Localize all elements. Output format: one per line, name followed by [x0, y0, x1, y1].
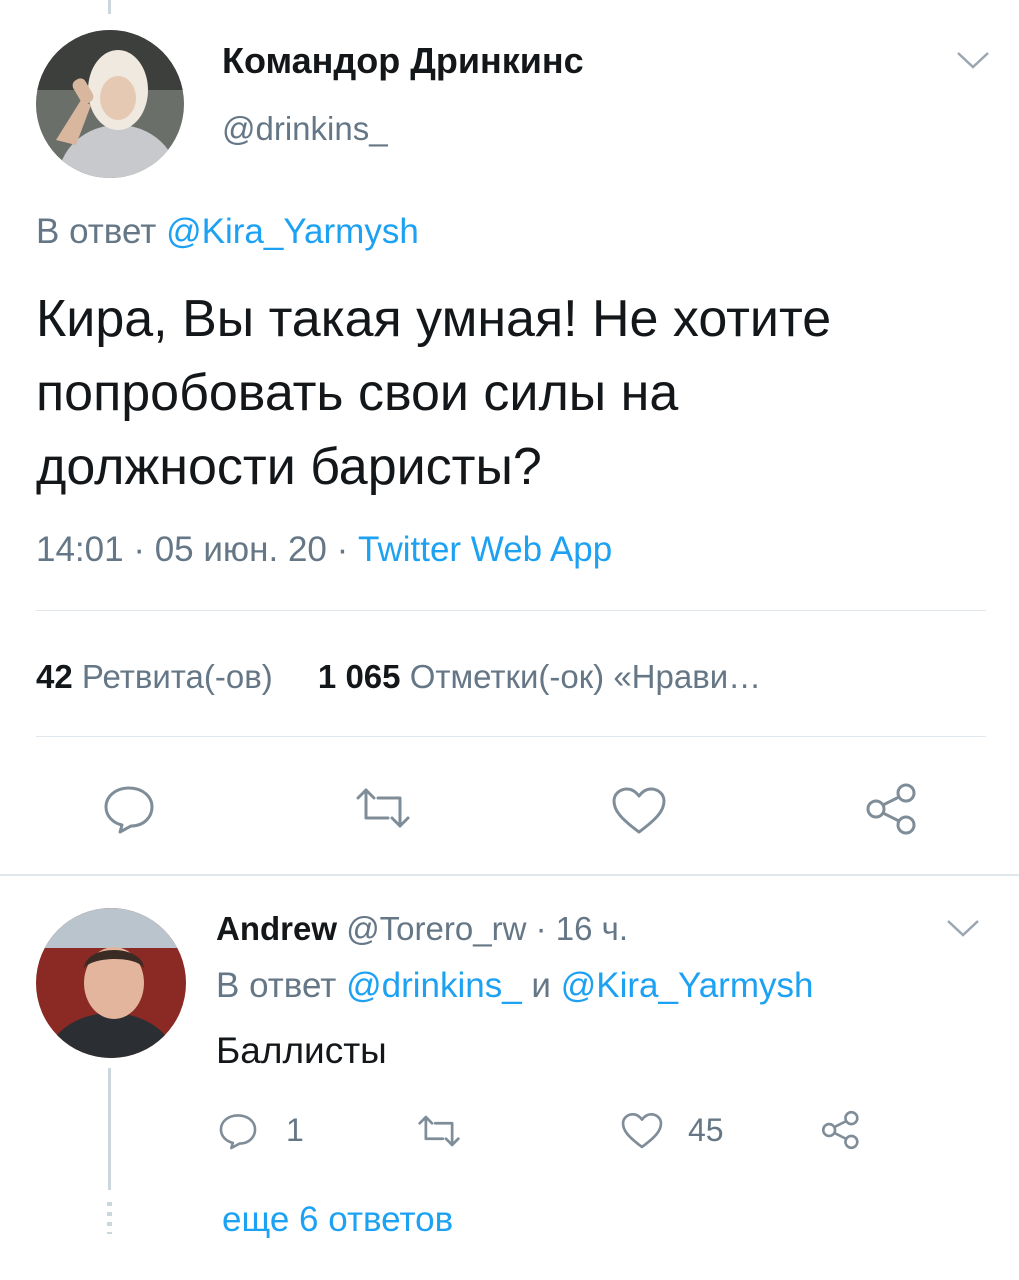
divider	[36, 610, 986, 611]
reply-time-ago: 16 ч.	[555, 910, 628, 947]
thread-dots	[107, 1202, 112, 1234]
chevron-down-icon[interactable]	[956, 50, 990, 70]
tweet-source-link[interactable]: Twitter Web App	[358, 530, 612, 569]
reply-context: В ответ @drinkins_ и @Kira_Yarmysh	[216, 966, 813, 1006]
author-avatar[interactable]	[36, 30, 184, 178]
reply-prefix: В ответ	[216, 966, 337, 1005]
tweet-stats: 42 Ретвита(-ов) 1 065 Отметки(-ок) «Нрав…	[36, 658, 761, 696]
meta-separator: ·	[133, 530, 145, 569]
retweet-icon[interactable]	[416, 1114, 462, 1148]
retweets-count[interactable]: 42	[36, 658, 73, 695]
reply-icon[interactable]	[218, 1112, 258, 1150]
tweet-meta: 14:01 · 05 июн. 20 · Twitter Web App	[36, 530, 612, 570]
reply-to-link[interactable]: @Kira_Yarmysh	[166, 212, 419, 251]
chevron-down-icon[interactable]	[946, 918, 980, 938]
heart-icon[interactable]	[620, 1112, 664, 1150]
reply-author-handle[interactable]: @Torero_rw	[346, 910, 526, 947]
reply-and: и	[531, 966, 551, 1005]
retweet-icon[interactable]	[354, 786, 412, 830]
reply-author-name[interactable]: Andrew	[216, 910, 337, 947]
like-count: 45	[688, 1112, 724, 1148]
tweet-time: 14:01	[36, 530, 124, 569]
section-divider	[0, 874, 1019, 876]
thread-line	[108, 1068, 111, 1190]
divider	[36, 736, 986, 737]
more-replies-link[interactable]: еще 6 ответов	[222, 1200, 453, 1240]
tweet-text-line: должности баристы?	[36, 438, 542, 496]
share-icon[interactable]	[864, 782, 920, 836]
meta-separator: ·	[535, 910, 547, 947]
author-name[interactable]: Командор Дринкинс	[222, 40, 584, 82]
meta-separator: ·	[336, 530, 349, 569]
tweet-text-line: Кира, Вы такая умная! Не хотите	[36, 290, 832, 348]
thread-line-top	[108, 0, 111, 14]
tweet-text-line: попробовать свои силы на	[36, 364, 679, 422]
reply-to-link[interactable]: @drinkins_	[346, 966, 522, 1005]
reply-icon[interactable]	[102, 784, 156, 834]
likes-label[interactable]: Отметки(-ок) «Нрави…	[410, 658, 762, 695]
reply-to-link[interactable]: @Kira_Yarmysh	[561, 966, 814, 1005]
reply-prefix: В ответ	[36, 212, 157, 251]
retweets-label[interactable]: Ретвита(-ов)	[82, 658, 273, 695]
reply-context: В ответ @Kira_Yarmysh	[36, 212, 419, 252]
reply-header: Andrew @Torero_rw · 16 ч.	[216, 910, 628, 948]
author-handle[interactable]: @drinkins_	[222, 110, 388, 148]
likes-count[interactable]: 1 065	[318, 658, 401, 695]
tweet-text: Кира, Вы такая умная! Не хотите попробов…	[36, 282, 831, 504]
reply-author-avatar[interactable]	[36, 908, 186, 1058]
heart-icon[interactable]	[610, 786, 668, 836]
tweet-date: 05 июн. 20	[154, 530, 327, 569]
reply-text: Баллисты	[216, 1030, 387, 1071]
reply-count: 1	[286, 1112, 304, 1148]
share-icon[interactable]	[820, 1110, 862, 1150]
